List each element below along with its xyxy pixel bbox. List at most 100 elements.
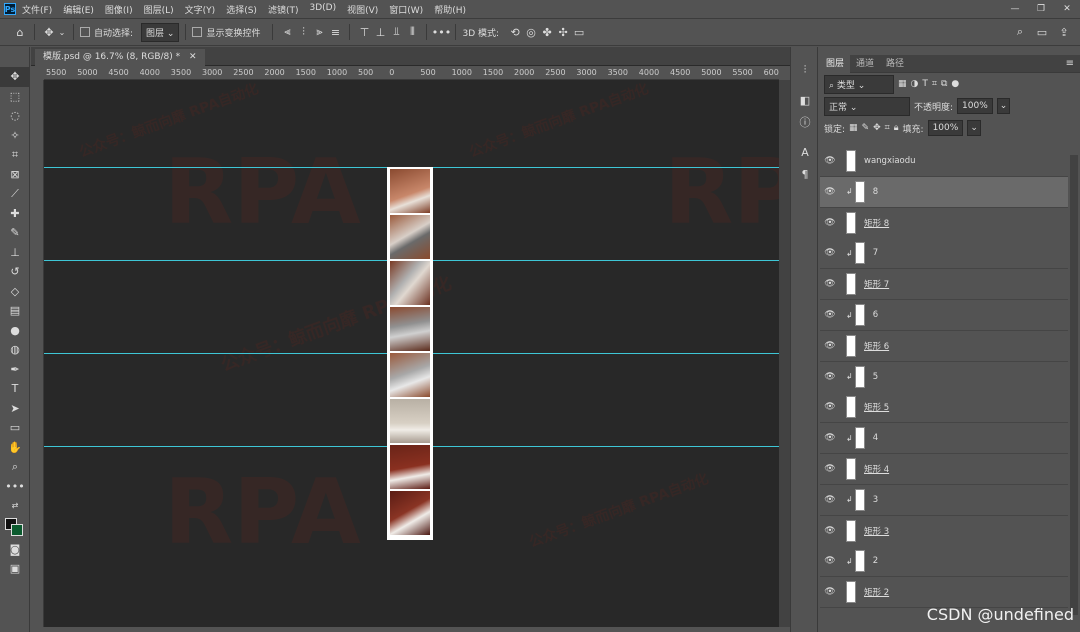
healing-brush-icon[interactable]: ✚ <box>0 204 30 224</box>
crop-tool-icon[interactable]: ⌗ <box>0 145 30 165</box>
close-button[interactable]: ✕ <box>1054 0 1080 18</box>
restore-button[interactable]: ❐ <box>1028 0 1054 18</box>
menu-item[interactable]: 文字(Y) <box>185 3 216 16</box>
hand-tool-icon[interactable]: ✋ <box>0 438 30 458</box>
lock-position-icon[interactable]: ✥ <box>873 123 881 133</box>
menu-item[interactable]: 选择(S) <box>226 3 257 16</box>
history-brush-icon[interactable]: ↺ <box>0 262 30 282</box>
visibility-eye-icon[interactable]: 👁︎ <box>820 402 840 412</box>
align-bottom-icon[interactable]: ⫫ <box>388 24 404 40</box>
layer-row[interactable]: 👁︎ wangxiaodu <box>820 146 1068 177</box>
visibility-eye-icon[interactable]: 👁︎ <box>820 495 840 505</box>
swap-colors-icon[interactable]: ⇄ <box>0 496 30 516</box>
menu-item[interactable]: 3D(D) <box>309 3 336 16</box>
visibility-eye-icon[interactable]: 👁︎ <box>820 156 840 166</box>
character-panel-icon[interactable]: A <box>791 141 819 163</box>
canvas-scrollbar[interactable] <box>779 80 790 627</box>
canvas-area[interactable]: RPA RPA RPA 公众号：鲸而向靡 RPA自动化 公众号：鲸而向靡 RPA… <box>44 80 779 627</box>
fill-input[interactable]: 100% <box>927 120 964 136</box>
opacity-dropdown-icon[interactable]: ⌄ <box>996 98 1011 114</box>
align-top-icon[interactable]: ⊤ <box>356 24 372 40</box>
eyedropper-icon[interactable]: ⟋ <box>0 184 30 204</box>
3d-slide-icon[interactable]: ✣ <box>555 24 571 40</box>
history-panel-icon[interactable]: ⫶ <box>791 59 819 81</box>
move-tool-icon[interactable]: ✥ <box>41 24 57 40</box>
visibility-eye-icon[interactable]: 👁︎ <box>820 279 840 289</box>
visibility-eye-icon[interactable]: 👁︎ <box>820 464 840 474</box>
lock-artboard-icon[interactable]: ⌗ <box>885 123 890 133</box>
align-middle-icon[interactable]: ≡ <box>327 24 343 40</box>
document-tab[interactable]: 模版.psd @ 16.7% (8, RGB/8) * ✕ <box>35 49 205 66</box>
gradient-tool-icon[interactable]: ▤ <box>0 301 30 321</box>
panel-menu-icon[interactable]: ≡ <box>1066 58 1074 69</box>
brush-tool-icon[interactable]: ✎ <box>0 223 30 243</box>
dodge-tool-icon[interactable]: ◍ <box>0 340 30 360</box>
layer-row[interactable]: 👁︎ 矩形 4 <box>820 454 1068 485</box>
visibility-eye-icon[interactable]: 👁︎ <box>820 587 840 597</box>
search-icon[interactable]: ⌕ <box>1012 24 1028 40</box>
visibility-eye-icon[interactable]: 👁︎ <box>820 218 840 228</box>
tab-layers[interactable]: 图层 <box>820 54 851 73</box>
menu-item[interactable]: 文件(F) <box>22 3 52 16</box>
3d-orbit-icon[interactable]: ⟲ <box>507 24 523 40</box>
layer-row[interactable]: 👁︎ 矩形 8 <box>820 207 1068 239</box>
adjustments-panel-icon[interactable]: ◧ <box>791 89 819 111</box>
layer-row[interactable]: 👁︎ ↲ 6 <box>820 300 1068 331</box>
menu-item[interactable]: 窗口(W) <box>389 3 423 16</box>
3d-camera-icon[interactable]: ▭ <box>571 24 587 40</box>
menu-item[interactable]: 图层(L) <box>144 3 174 16</box>
more-tools-icon[interactable]: ••• <box>0 477 30 497</box>
menu-item[interactable]: 编辑(E) <box>63 3 94 16</box>
lasso-tool-icon[interactable]: ◌ <box>0 106 30 126</box>
zoom-tool-icon[interactable]: ⌕ <box>0 457 30 477</box>
layer-row[interactable]: 👁︎ ↲ 3 <box>820 484 1068 516</box>
move-tool-icon[interactable]: ✥ <box>0 67 30 87</box>
align-right-icon[interactable]: ⫸ <box>311 24 327 40</box>
visibility-eye-icon[interactable]: 👁︎ <box>820 433 840 443</box>
lock-paint-icon[interactable]: ✎ <box>862 123 870 133</box>
paragraph-panel-icon[interactable]: ¶ <box>791 163 819 185</box>
color-swatches[interactable] <box>0 516 29 540</box>
menu-item[interactable]: 帮助(H) <box>434 3 466 16</box>
workspace-icon[interactable]: ▭ <box>1034 24 1050 40</box>
layer-row[interactable]: 👁︎ ↲ 5 <box>820 361 1068 393</box>
menu-item[interactable]: 图像(I) <box>105 3 133 16</box>
fill-dropdown-icon[interactable]: ⌄ <box>967 120 981 136</box>
layer-row[interactable]: 👁︎ 矩形 3 <box>820 515 1068 547</box>
rectangle-tool-icon[interactable]: ▭ <box>0 418 30 438</box>
home-icon[interactable]: ⌂ <box>12 24 28 40</box>
layer-row[interactable]: 👁︎ ↲ 7 <box>820 238 1068 270</box>
magic-wand-icon[interactable]: ✧ <box>0 126 30 146</box>
blend-mode-dropdown[interactable]: 正常 ⌄ <box>824 96 910 116</box>
distribute-icon[interactable]: ⫴ <box>404 24 420 40</box>
auto-select-checkbox[interactable] <box>80 27 90 37</box>
3d-pan-icon[interactable]: ✤ <box>539 24 555 40</box>
visibility-eye-icon[interactable]: 👁︎ <box>820 556 840 566</box>
layer-row[interactable]: 👁︎ ↲ 2 <box>820 546 1068 578</box>
share-icon[interactable]: ⇪ <box>1056 24 1072 40</box>
blur-tool-icon[interactable]: ● <box>0 321 30 341</box>
layer-row[interactable]: 👁︎ ↲ 4 <box>820 423 1068 455</box>
menu-item[interactable]: 滤镜(T) <box>268 3 299 16</box>
lock-all-icon[interactable]: 🔒︎ <box>894 123 899 133</box>
visibility-eye-icon[interactable]: 👁︎ <box>820 310 840 320</box>
artboard-strip[interactable] <box>387 167 433 540</box>
screen-mode-icon[interactable]: ▣ <box>0 559 30 579</box>
more-options-icon[interactable]: ••• <box>432 24 451 40</box>
layer-row[interactable]: 👁︎ 矩形 7 <box>820 269 1068 301</box>
filter-toggle-icon[interactable]: ● <box>951 79 959 89</box>
layer-filter-dropdown[interactable]: ⌕ 类型 ⌄ <box>824 74 894 94</box>
filter-type-icon[interactable]: T <box>922 79 928 89</box>
menu-item[interactable]: 视图(V) <box>347 3 378 16</box>
layers-scrollbar[interactable] <box>1070 155 1078 615</box>
auto-select-dropdown[interactable]: 图层 ⌄ <box>141 22 180 42</box>
tab-channels[interactable]: 通道 <box>850 55 880 73</box>
align-vcenter-icon[interactable]: ⊥ <box>372 24 388 40</box>
info-panel-icon[interactable]: ⓘ <box>791 111 819 133</box>
layer-row[interactable]: 👁︎ 矩形 6 <box>820 330 1068 362</box>
visibility-eye-icon[interactable]: 👁︎ <box>820 526 840 536</box>
lock-pixels-icon[interactable]: ▦ <box>849 123 858 133</box>
marquee-tool-icon[interactable]: ⬚ <box>0 87 30 107</box>
quick-mask-icon[interactable]: ◙ <box>0 540 30 560</box>
opacity-input[interactable]: 100% <box>957 98 993 114</box>
